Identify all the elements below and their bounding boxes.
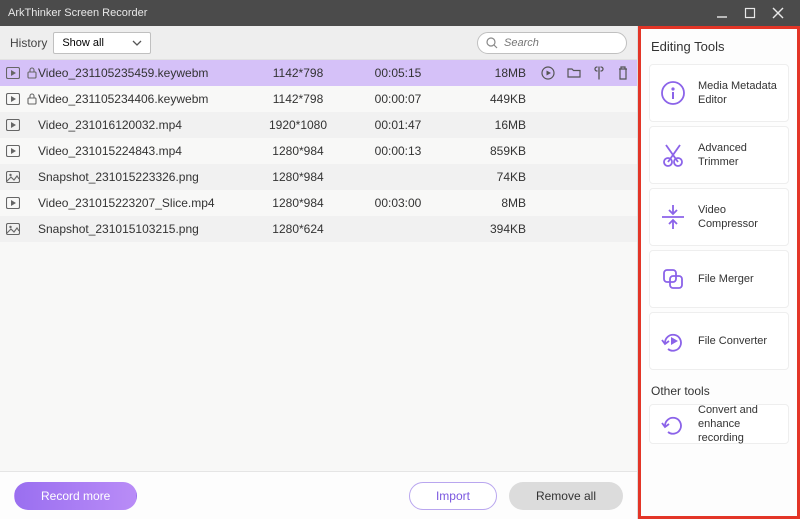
lock-icon bbox=[26, 67, 38, 79]
file-converter-icon bbox=[658, 326, 688, 356]
tool-label: File Converter bbox=[698, 334, 767, 348]
lock-icon bbox=[26, 93, 38, 105]
video-compressor-icon bbox=[658, 202, 688, 232]
record-more-button[interactable]: Record more bbox=[14, 482, 137, 510]
file-name: Video_231016120032.mp4 bbox=[38, 118, 248, 132]
remove-all-button[interactable]: Remove all bbox=[509, 482, 623, 510]
import-button[interactable]: Import bbox=[409, 482, 497, 510]
file-name: Video_231015224843.mp4 bbox=[38, 144, 248, 158]
folder-icon[interactable] bbox=[567, 66, 581, 80]
file-size: 16MB bbox=[448, 118, 538, 132]
file-duration: 00:05:15 bbox=[348, 66, 448, 80]
file-size: 74KB bbox=[448, 170, 538, 184]
file-name: Snapshot_231015103215.png bbox=[38, 222, 248, 236]
video-icon bbox=[0, 197, 26, 209]
editing-tools-sidebar: Editing Tools Media Metadata Editor Advan… bbox=[638, 26, 800, 519]
row-actions bbox=[538, 66, 629, 80]
file-dimensions: 1142*798 bbox=[248, 92, 348, 106]
tool-label: Video Compressor bbox=[698, 203, 780, 232]
image-icon bbox=[0, 223, 26, 235]
tool-file-merger[interactable]: File Merger bbox=[649, 250, 789, 308]
search-input[interactable] bbox=[504, 37, 618, 49]
other-tools-title: Other tools bbox=[641, 374, 797, 400]
table-row[interactable]: Video_231015224843.mp41280*98400:00:1385… bbox=[0, 138, 637, 164]
tool-file-converter[interactable]: File Converter bbox=[649, 312, 789, 370]
file-duration: 00:00:13 bbox=[348, 144, 448, 158]
tool-video-compressor[interactable]: Video Compressor bbox=[649, 188, 789, 246]
close-button[interactable] bbox=[764, 0, 792, 26]
video-icon bbox=[0, 67, 26, 79]
file-name: Video_231105235459.keywebm bbox=[38, 66, 248, 80]
tool-media-metadata-editor[interactable]: Media Metadata Editor bbox=[649, 64, 789, 122]
tool-convert-enhance-recording[interactable]: Convert and enhance recording bbox=[649, 404, 789, 444]
tool-label: Advanced Trimmer bbox=[698, 141, 780, 170]
search-box[interactable] bbox=[477, 32, 627, 54]
recording-list: Video_231105235459.keywebm1142*79800:05:… bbox=[0, 60, 637, 471]
tool-advanced-trimmer[interactable]: Advanced Trimmer bbox=[649, 126, 789, 184]
file-dimensions: 1280*984 bbox=[248, 196, 348, 210]
video-icon bbox=[0, 93, 26, 105]
file-dimensions: 1142*798 bbox=[248, 66, 348, 80]
titlebar: ArkThinker Screen Recorder bbox=[0, 0, 800, 26]
filter-bar: History Show all bbox=[0, 26, 637, 60]
file-dimensions: 1280*984 bbox=[248, 170, 348, 184]
file-dimensions: 1920*1080 bbox=[248, 118, 348, 132]
file-size: 449KB bbox=[448, 92, 538, 106]
editing-tools-title: Editing Tools bbox=[641, 29, 797, 60]
file-duration: 00:00:07 bbox=[348, 92, 448, 106]
file-dimensions: 1280*984 bbox=[248, 144, 348, 158]
main-panel: History Show all Video_231105235459.keyw… bbox=[0, 26, 638, 519]
bottom-bar: Record more Import Remove all bbox=[0, 471, 637, 519]
tool-label: Convert and enhance recording bbox=[698, 403, 780, 446]
file-dimensions: 1280*624 bbox=[248, 222, 348, 236]
file-size: 18MB bbox=[448, 66, 538, 80]
video-icon bbox=[0, 119, 26, 131]
file-size: 8MB bbox=[448, 196, 538, 210]
advanced-trimmer-icon bbox=[658, 140, 688, 170]
file-merger-icon bbox=[658, 264, 688, 294]
search-icon bbox=[486, 37, 498, 49]
app-title: ArkThinker Screen Recorder bbox=[8, 7, 147, 19]
table-row[interactable]: Snapshot_231015103215.png1280*624 394KB bbox=[0, 216, 637, 242]
image-icon bbox=[0, 171, 26, 183]
play-icon[interactable] bbox=[541, 66, 555, 80]
file-duration: 00:01:47 bbox=[348, 118, 448, 132]
file-name: Video_231105234406.keywebm bbox=[38, 92, 248, 106]
file-duration: 00:03:00 bbox=[348, 196, 448, 210]
table-row[interactable]: Video_231105235459.keywebm1142*79800:05:… bbox=[0, 60, 637, 86]
table-row[interactable]: Video_231105234406.keywebm1142*79800:00:… bbox=[0, 86, 637, 112]
convert-enhance-recording-icon bbox=[658, 409, 688, 439]
file-size: 859KB bbox=[448, 144, 538, 158]
file-name: Video_231015223207_Slice.mp4 bbox=[38, 196, 248, 210]
history-label: History bbox=[10, 36, 47, 50]
minimize-button[interactable] bbox=[708, 0, 736, 26]
table-row[interactable]: Video_231015223207_Slice.mp41280*98400:0… bbox=[0, 190, 637, 216]
show-filter-select[interactable]: Show all bbox=[53, 32, 151, 54]
chevron-down-icon bbox=[132, 40, 142, 46]
tool-label: File Merger bbox=[698, 272, 754, 286]
tool-label: Media Metadata Editor bbox=[698, 79, 780, 108]
maximize-button[interactable] bbox=[736, 0, 764, 26]
file-size: 394KB bbox=[448, 222, 538, 236]
show-filter-value: Show all bbox=[62, 37, 104, 49]
trash-icon[interactable] bbox=[617, 66, 629, 80]
video-icon bbox=[0, 145, 26, 157]
file-name: Snapshot_231015223326.png bbox=[38, 170, 248, 184]
table-row[interactable]: Video_231016120032.mp41920*108000:01:471… bbox=[0, 112, 637, 138]
media-metadata-editor-icon bbox=[658, 78, 688, 108]
tools-icon[interactable] bbox=[593, 66, 605, 80]
table-row[interactable]: Snapshot_231015223326.png1280*984 74KB bbox=[0, 164, 637, 190]
